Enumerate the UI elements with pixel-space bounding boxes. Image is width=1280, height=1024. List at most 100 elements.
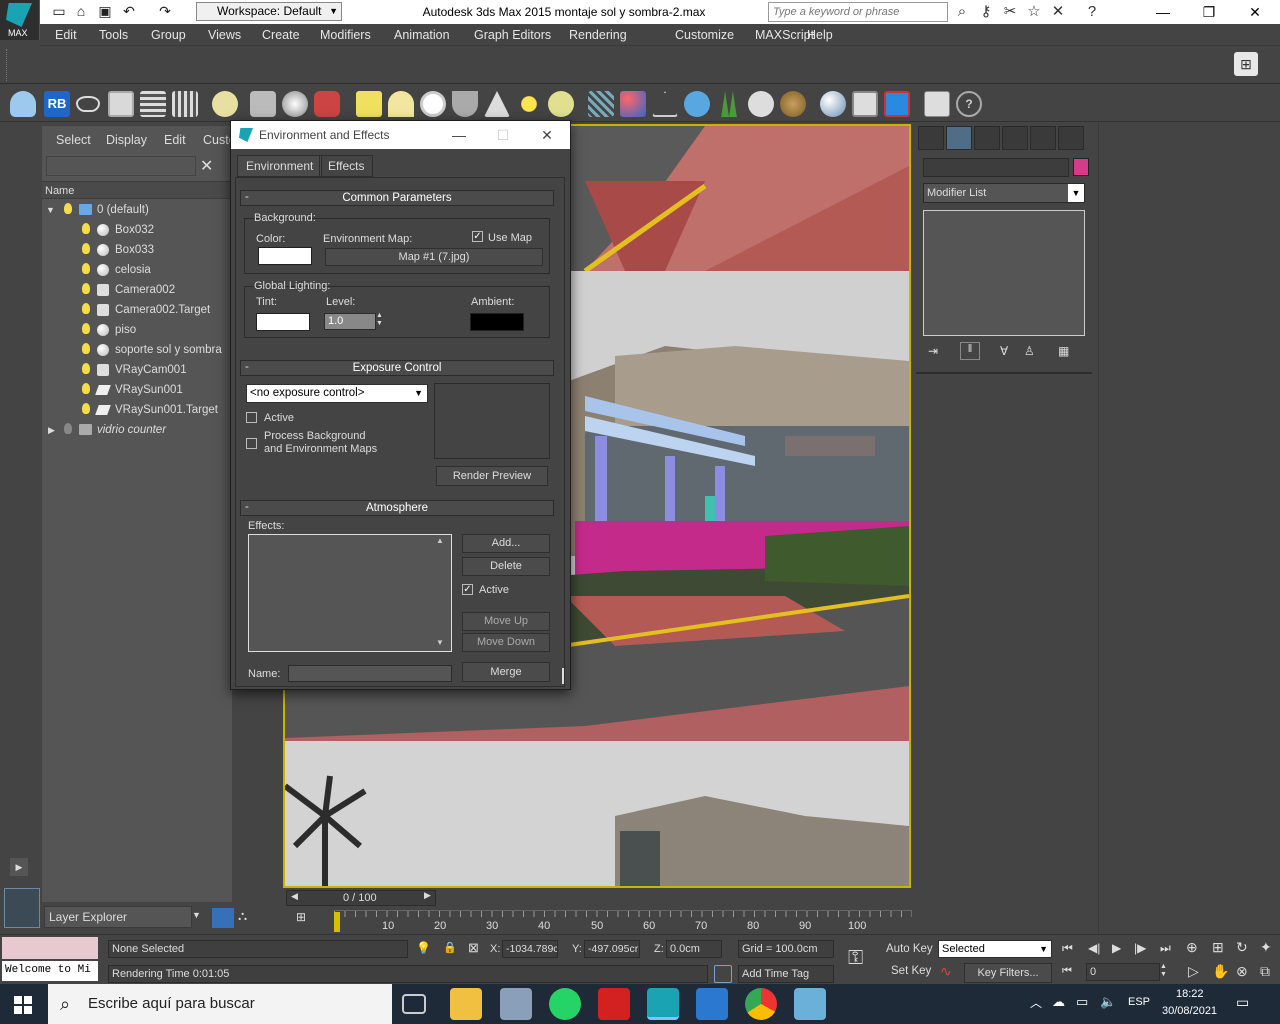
pan-hand-icon[interactable]: ✋ [1212,963,1229,980]
file-explorer-icon[interactable] [450,988,482,1020]
chrome-icon[interactable] [745,988,777,1020]
expand-arrow-icon[interactable]: ▼ [46,200,55,220]
maximize-button[interactable]: ❐ [1186,0,1232,24]
object-row[interactable]: Box033 [42,240,232,260]
object-row[interactable]: Camera002.Target [42,300,232,320]
configure-sets-icon[interactable]: ▦ [1058,344,1069,358]
help-circle-icon[interactable]: ? [956,91,982,117]
spinner-arrows-icon[interactable]: ▲ ▼ [376,312,383,328]
spinner-arrows-icon[interactable]: ▲ ▼ [1160,963,1167,979]
camera-icon[interactable] [250,91,276,117]
sphere-light-icon[interactable] [282,91,308,117]
vray-camera-icon[interactable] [314,91,340,117]
lightbulb-icon[interactable] [82,243,90,254]
background-color-swatch[interactable] [258,247,312,265]
workspace-dropdown[interactable]: Workspace: Default ▼ [196,2,342,21]
close-x-icon[interactable]: ✕ [1048,2,1068,22]
current-frame-field[interactable]: 0 [1086,963,1160,981]
open-file-icon[interactable]: ⌂ [72,3,90,20]
object-row[interactable]: VRaySun001 [42,380,232,400]
windows-start-icon[interactable] [14,996,32,1014]
chevron-down-icon[interactable]: ▼ [192,910,201,920]
menu-tools[interactable]: Tools [99,24,128,46]
object-row[interactable]: Box032 [42,220,232,240]
menu-create[interactable]: Create [262,24,300,46]
lightbulb-icon[interactable] [82,343,90,354]
hf-icon[interactable] [748,91,774,117]
vfb-icon[interactable] [884,91,910,117]
set-key-icon[interactable]: ⚿ [848,947,863,970]
auto-key-button[interactable]: Auto Key [886,943,933,955]
remove-modifier-icon[interactable]: ♙ [1024,344,1035,358]
object-row[interactable]: VRaySun001.Target [42,400,232,420]
photos-app-icon[interactable] [500,988,532,1020]
menu-edit[interactable]: Edit [55,24,77,46]
next-frame-button-icon[interactable]: |▶ [1134,941,1146,955]
rb-button[interactable]: RB [44,91,70,117]
teapot-icon[interactable] [10,91,36,117]
common-parameters-rollout[interactable]: - Common Parameters [240,190,554,206]
maximize-viewport-icon[interactable]: ⧉ [1260,963,1270,980]
pin-stack-icon[interactable]: ⇥ [928,344,938,358]
dialog-maximize-button[interactable]: ☐ [481,121,525,149]
se-tab-edit[interactable]: Edit [164,126,186,154]
transform-mode-icon[interactable]: ⊠ [468,940,479,956]
taskbar-search-input[interactable]: ⌕ Escribe aquí para buscar [48,984,392,1024]
zoom-all-icon[interactable]: ⊞ [1212,939,1224,956]
name-column-header[interactable]: Name [42,181,232,199]
sun-icon[interactable] [516,91,542,117]
lightbulb-icon[interactable] [82,303,90,314]
atmosphere-active-checkbox[interactable]: ✓ [462,584,473,595]
menu-graph-editors[interactable]: Graph Editors [474,24,551,46]
lightbulb-icon[interactable] [82,283,90,294]
help-icon[interactable]: ? [1082,2,1102,22]
app-logo[interactable]: MAX [0,0,40,40]
cloud-icon[interactable] [76,96,100,112]
display-tab-icon[interactable] [1030,126,1056,150]
next-frame-icon[interactable]: ▶ [424,890,431,901]
fur-icon[interactable] [588,91,614,117]
object-color-swatch[interactable] [1073,158,1089,176]
modify-tab-icon[interactable] [946,126,972,150]
proxy-icon[interactable] [652,91,678,117]
play-animation-icon[interactable]: ▶ [1112,941,1121,955]
redo-icon[interactable]: ↷ [156,3,174,20]
z-coordinate-field[interactable]: 0.0cm [666,940,722,958]
notification-icon[interactable]: ▭ [1236,994,1249,1011]
maxscript-listener-pink[interactable] [2,937,98,959]
language-indicator[interactable]: ESP [1128,996,1150,1008]
undo-icon[interactable]: ↶ [120,3,138,20]
dialog-close-button[interactable]: ✕ [525,121,569,149]
lightbulb-off-icon[interactable] [64,423,72,434]
cone-icon[interactable] [484,91,510,117]
tools-icon[interactable]: ✂ [1000,2,1020,22]
hierarchy-icon[interactable]: ⛬ [238,908,247,924]
menu-animation[interactable]: Animation [394,24,450,46]
dome-light-icon[interactable] [388,91,414,117]
material-sphere-icon[interactable] [820,91,846,117]
move-up-button[interactable]: Move Up [462,612,550,631]
timeline-ruler[interactable] [334,910,912,932]
clock-date[interactable]: 30/08/2021 [1162,1005,1217,1017]
tab-effects[interactable]: Effects [319,155,374,177]
decal-icon[interactable] [780,91,806,117]
motion-tab-icon[interactable] [1002,126,1028,150]
binoculars-icon[interactable]: ⌕ [952,2,972,22]
scene-filter-input[interactable] [46,156,196,176]
isolate-icon[interactable]: 💡 [416,941,431,955]
effects-list[interactable] [248,534,452,652]
environment-map-button[interactable]: Map #1 (7.jpg) [325,248,543,266]
scene-explorer-toggle[interactable] [4,888,40,928]
bowl-icon[interactable] [452,91,478,117]
volume-icon[interactable]: 🔈 [1100,994,1116,1010]
ies-sun-icon[interactable] [548,91,574,117]
curve-editor-icon[interactable]: ⊞ [296,910,314,928]
x-coordinate-field[interactable]: -1034.789c [502,940,558,958]
key-filters-button[interactable]: Key Filters... [964,963,1052,983]
object-row[interactable]: soporte sol y sombra [42,340,232,360]
docs-icon[interactable] [924,91,950,117]
3dsmax-taskbar-icon[interactable] [647,988,679,1020]
orbit-icon[interactable]: ↻ [1236,939,1248,956]
sphere-light2-icon[interactable] [420,91,446,117]
object-row[interactable]: piso [42,320,232,340]
